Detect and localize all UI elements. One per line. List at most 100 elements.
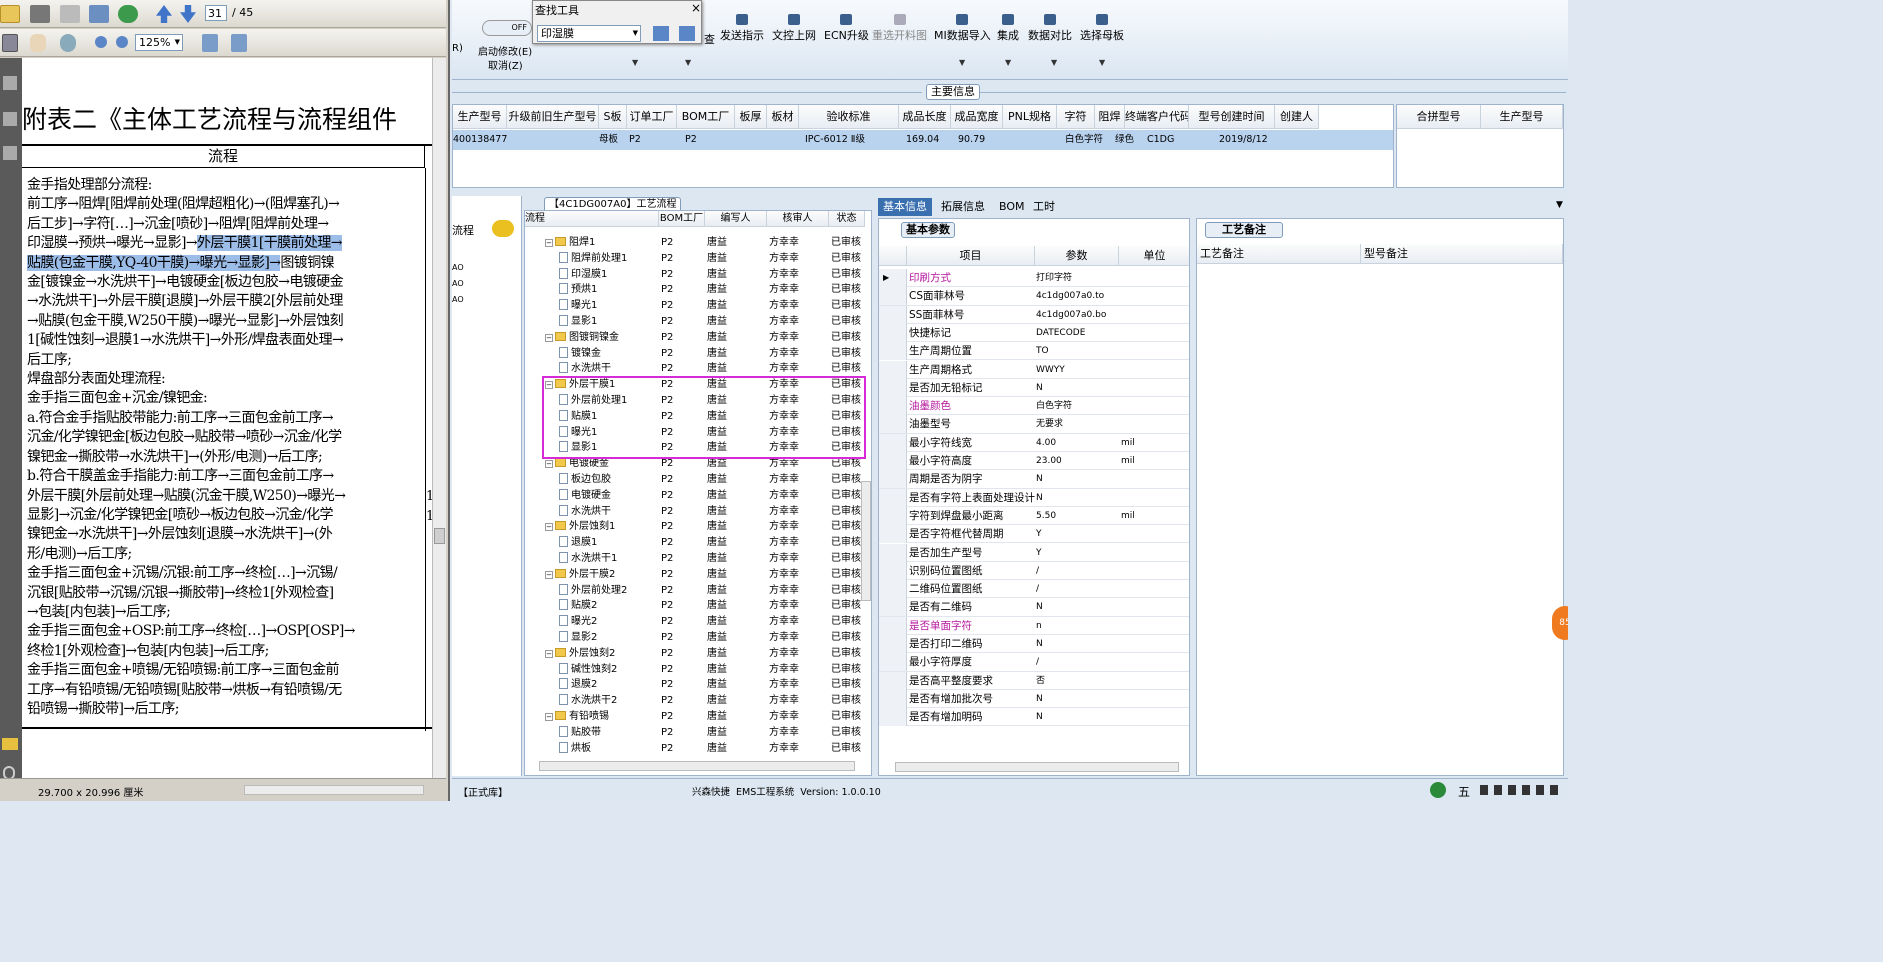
tree-row[interactable]: 退膜1 P2 唐益 方幸幸 已审核 xyxy=(525,535,865,551)
tree-node[interactable]: 印湿膜1 xyxy=(559,267,607,283)
column-header[interactable]: 成品长度 xyxy=(899,105,951,129)
tree-row[interactable]: − 外层干膜2 P2 唐益 方幸幸 已审核 xyxy=(525,567,865,583)
tree-row[interactable]: − 外层蚀刻2 P2 唐益 方幸幸 已审核 xyxy=(525,646,865,662)
print-icon[interactable] xyxy=(30,5,50,23)
column-header[interactable]: 型号创建时间 xyxy=(1189,105,1275,129)
ime-toolbar-icons[interactable] xyxy=(1480,785,1560,795)
tree-node[interactable]: 贴胶带 xyxy=(559,725,601,741)
param-row[interactable]: 最小字符厚度 / xyxy=(879,653,1189,672)
signature-icon[interactable] xyxy=(3,146,17,160)
tree-node[interactable]: 镀镍金 xyxy=(559,346,601,362)
column-header[interactable]: 状态 xyxy=(829,211,865,227)
param-row[interactable]: 是否有二维码 N xyxy=(879,598,1189,617)
column-header[interactable]: 工艺备注 xyxy=(1197,244,1361,264)
column-header[interactable]: 单位 xyxy=(1119,246,1189,266)
tree-node[interactable]: 显影2 xyxy=(559,630,597,646)
tab-work-hours[interactable]: 工时 xyxy=(1028,198,1060,216)
tree-node[interactable]: 板边包胶 xyxy=(559,472,611,488)
horizontal-scrollbar[interactable] xyxy=(895,762,1179,772)
tree-row[interactable]: − 外层蚀刻1 P2 唐益 方幸幸 已审核 xyxy=(525,519,865,535)
list-item[interactable]: AO xyxy=(452,295,464,304)
tree-node[interactable]: 退膜1 xyxy=(559,535,597,551)
ime-mode[interactable]: 五 xyxy=(1458,783,1470,800)
column-header[interactable]: BOM工厂 xyxy=(659,211,705,227)
param-value[interactable]: 4.00 xyxy=(1036,434,1116,452)
column-header[interactable]: 订单工厂 xyxy=(627,105,677,129)
select-text-icon[interactable] xyxy=(2,34,18,52)
tab-basic-info[interactable]: 基本信息 xyxy=(878,198,932,216)
chevron-down-icon[interactable]: ▼ xyxy=(959,58,965,67)
tree-node[interactable]: 水洗烘干 xyxy=(559,361,611,377)
tree-row[interactable]: 烘板 P2 唐益 方幸幸 已审核 xyxy=(525,741,865,757)
tree-node[interactable]: − 外层干膜2 xyxy=(545,567,615,583)
tree-row[interactable]: 外层前处理2 P2 唐益 方幸幸 已审核 xyxy=(525,583,865,599)
collapse-icon[interactable]: − xyxy=(545,333,553,342)
find-previous-icon[interactable] xyxy=(653,26,669,41)
collapse-icon[interactable]: − xyxy=(545,239,553,247)
ribbon-button[interactable]: ECN升级 xyxy=(824,14,869,43)
tree-row[interactable]: 碱性蚀刻2 P2 唐益 方幸幸 已审核 xyxy=(525,662,865,678)
fit-page-icon[interactable] xyxy=(202,34,218,52)
param-value[interactable]: 5.50 xyxy=(1036,507,1116,525)
list-item[interactable]: AO xyxy=(452,263,464,272)
column-header[interactable]: 字符 xyxy=(1057,105,1095,129)
param-row[interactable]: 识别码位置图纸 / xyxy=(879,561,1189,581)
tree-row[interactable]: 电镀硬金 P2 唐益 方幸幸 已审核 xyxy=(525,488,865,504)
param-value[interactable]: N xyxy=(1036,690,1116,708)
bookmarks-icon[interactable] xyxy=(3,112,17,126)
param-value[interactable]: 4c1dg007a0.to xyxy=(1036,287,1116,305)
param-value[interactable]: WWYY xyxy=(1036,361,1116,379)
tree-row[interactable]: 显影2 P2 唐益 方幸幸 已审核 xyxy=(525,630,865,646)
tree-node[interactable]: 水洗烘干 xyxy=(559,504,611,520)
start-edit-button[interactable]: 启动修改(E) xyxy=(478,43,532,58)
tree-node[interactable]: 碱性蚀刻2 xyxy=(559,662,617,678)
zoom-select[interactable]: 125% ▼ xyxy=(135,34,183,51)
param-row[interactable]: SS面菲林号 4c1dg007a0.bo xyxy=(879,305,1189,324)
param-value[interactable]: 23.00 xyxy=(1036,452,1116,470)
column-header[interactable]: 升级前旧生产型号 xyxy=(507,105,599,129)
tree-row[interactable]: 印湿膜1 P2 唐益 方幸幸 已审核 xyxy=(525,267,865,283)
param-value[interactable]: DATECODE xyxy=(1036,324,1116,342)
table-cell[interactable]: C1DG xyxy=(1147,131,1174,149)
table-cell[interactable]: IPC-6012 Ⅱ级 xyxy=(805,131,865,149)
param-value[interactable]: 无要求 xyxy=(1036,415,1116,433)
param-value[interactable]: N xyxy=(1036,489,1116,507)
param-row[interactable]: 最小字符线宽 4.00 mil xyxy=(879,433,1189,452)
tab-bom[interactable]: BOM xyxy=(994,198,1030,216)
param-value[interactable]: n xyxy=(1036,617,1116,635)
tree-row[interactable]: 水洗烘干2 P2 唐益 方幸幸 已审核 xyxy=(525,693,865,709)
tree-row[interactable]: 曝光1 P2 唐益 方幸幸 已审核 xyxy=(525,298,865,314)
param-row[interactable]: 快捷标记 DATECODE xyxy=(879,323,1189,343)
tree-row[interactable]: 预烘1 P2 唐益 方幸幸 已审核 xyxy=(525,282,865,298)
param-value[interactable]: TO xyxy=(1036,342,1116,360)
tree-row[interactable]: 显影1 P2 唐益 方幸幸 已审核 xyxy=(525,314,865,330)
collapse-icon[interactable]: − xyxy=(545,523,553,532)
close-icon[interactable]: × xyxy=(691,1,701,15)
chevron-down-icon[interactable]: ▼ xyxy=(1099,58,1105,67)
param-row[interactable]: ▶ 印刷方式 打印字符 xyxy=(879,269,1189,288)
email-icon[interactable] xyxy=(89,5,109,23)
param-value[interactable]: Y xyxy=(1036,525,1116,543)
previous-page-icon[interactable] xyxy=(156,5,172,23)
find-next-icon[interactable] xyxy=(679,26,695,41)
tree-node[interactable]: 阻焊前处理1 xyxy=(559,251,627,267)
param-row[interactable]: 是否加无铅标记 N xyxy=(879,378,1189,398)
table-cell[interactable]: 90.79 xyxy=(958,131,985,149)
column-header[interactable]: 阻焊 xyxy=(1095,105,1125,129)
param-value[interactable]: / xyxy=(1036,653,1116,671)
param-value[interactable]: N xyxy=(1036,470,1116,488)
chat-bubble-icon[interactable] xyxy=(492,220,514,237)
param-row[interactable]: 是否有增加批次号 N xyxy=(879,689,1189,709)
tree-node[interactable]: − 外层蚀刻2 xyxy=(545,646,615,662)
tree-node[interactable]: 贴膜2 xyxy=(559,598,597,614)
param-value[interactable]: N xyxy=(1036,598,1116,616)
column-header[interactable]: PNL规格 xyxy=(1003,105,1057,129)
column-header[interactable]: 成品宽度 xyxy=(951,105,1003,129)
chevron-down-icon[interactable]: ▼ xyxy=(685,58,691,67)
save-icon[interactable] xyxy=(60,5,80,23)
param-row[interactable]: 是否高平整度要求 否 xyxy=(879,671,1189,690)
vertical-scrollbar[interactable] xyxy=(861,481,871,601)
column-header[interactable]: BOM工厂 xyxy=(677,105,735,129)
param-value[interactable]: N xyxy=(1036,708,1116,726)
table-cell[interactable]: 母板 xyxy=(599,131,618,149)
